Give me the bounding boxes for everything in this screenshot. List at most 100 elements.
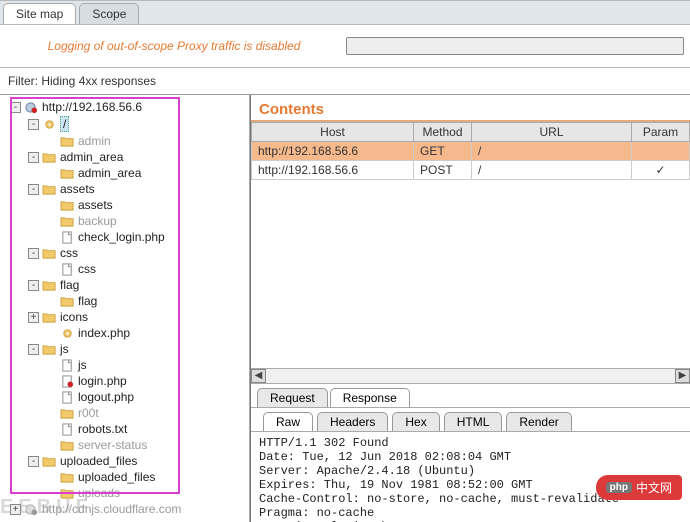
tree-node-label: server-status [78, 438, 147, 452]
collapse-icon[interactable]: - [28, 184, 39, 195]
tree-node[interactable]: -js [2, 341, 247, 357]
tree-node[interactable]: flag [2, 293, 247, 309]
file-red-icon [60, 375, 75, 388]
col-method[interactable]: Method [414, 123, 472, 142]
folder-icon [42, 311, 57, 324]
collapse-icon[interactable]: - [28, 344, 39, 355]
cell-url: / [472, 161, 632, 180]
tree-node[interactable]: uploads [2, 485, 247, 501]
file-icon [60, 263, 75, 276]
tree-node[interactable]: - http://192.168.56.6 [2, 99, 247, 115]
cell-method: GET [414, 142, 472, 161]
cell-host: http://192.168.56.6 [252, 142, 414, 161]
horizontal-scrollbar[interactable]: ◀ ▶ [251, 368, 690, 384]
tree-node-label: r00t [78, 406, 99, 420]
tree-node[interactable]: index.php [2, 325, 247, 341]
tab-request[interactable]: Request [257, 388, 328, 407]
file-icon [60, 231, 75, 244]
tree-node[interactable]: backup [2, 213, 247, 229]
tab-sitemap[interactable]: Site map [3, 3, 76, 24]
php-badge-cn: 中文网 [636, 479, 672, 496]
sitemap-tree-panel: EEBUF -http://192.168.56.6-/admin-admin_… [0, 95, 250, 522]
file-icon [60, 359, 75, 372]
folder-icon [42, 151, 57, 164]
expand-icon[interactable]: + [28, 312, 39, 323]
scroll-right-icon[interactable]: ▶ [675, 369, 690, 383]
tree-node-label: / [60, 116, 69, 132]
tree-node[interactable]: uploaded_files [2, 469, 247, 485]
collapse-icon[interactable]: - [28, 248, 39, 259]
tree-node[interactable]: + icons [2, 309, 247, 325]
collapse-icon[interactable]: - [28, 456, 39, 467]
folder-icon [60, 167, 75, 180]
request-response-tabs: Request Response [251, 384, 690, 408]
tree-node[interactable]: -admin_area [2, 149, 247, 165]
tree-node[interactable]: -flag [2, 277, 247, 293]
collapse-icon[interactable]: - [28, 119, 39, 130]
tab-response[interactable]: Response [330, 388, 410, 407]
tree-node[interactable]: server-status [2, 437, 247, 453]
tree-node[interactable]: - css [2, 245, 247, 261]
collapse-icon[interactable]: - [28, 152, 39, 163]
tree-node[interactable]: admin [2, 133, 247, 149]
tree-node[interactable]: admin_area [2, 165, 247, 181]
banner: Logging of out-of-scope Proxy traffic is… [0, 25, 690, 68]
cell-url: / [472, 142, 632, 161]
subtab-hex[interactable]: Hex [392, 412, 439, 431]
tab-scope[interactable]: Scope [79, 3, 139, 24]
tree-node[interactable]: robots.txt [2, 421, 247, 437]
collapse-icon[interactable]: - [28, 280, 39, 291]
cell-method: POST [414, 161, 472, 180]
col-url[interactable]: URL [472, 123, 632, 142]
file-icon [60, 391, 75, 404]
subtab-render[interactable]: Render [506, 412, 571, 431]
collapse-icon[interactable]: - [10, 102, 21, 113]
tree-node-label: css [60, 246, 78, 260]
banner-button[interactable] [346, 37, 684, 55]
php-cn-badge: php 中文网 [596, 475, 682, 500]
cell-host: http://192.168.56.6 [252, 161, 414, 180]
folder-icon [60, 487, 75, 500]
tree-node[interactable]: check_login.php [2, 229, 247, 245]
scroll-left-icon[interactable]: ◀ [251, 369, 266, 383]
tree-node[interactable]: -uploaded_files [2, 453, 247, 469]
tree-node-label: logout.php [78, 390, 134, 404]
expand-icon[interactable]: + [10, 504, 21, 515]
response-subtabs: Raw Headers Hex HTML Render [251, 408, 690, 432]
tree-node-label: robots.txt [78, 422, 127, 436]
filter-row[interactable]: Filter: Hiding 4xx responses [0, 68, 690, 95]
table-row[interactable]: http://192.168.56.6GET/ [252, 142, 690, 161]
tree-node[interactable]: logout.php [2, 389, 247, 405]
tree-node[interactable]: css [2, 261, 247, 277]
tree-node[interactable]: - assets [2, 181, 247, 197]
tree-node[interactable]: js [2, 357, 247, 373]
tree-node[interactable]: login.php [2, 373, 247, 389]
tree-node-label: assets [60, 182, 95, 196]
folder-icon [60, 199, 75, 212]
tree-node-label: assets [78, 198, 113, 212]
tree-node[interactable]: + http://cdnjs.cloudflare.com [2, 501, 247, 517]
subtab-html[interactable]: HTML [444, 412, 503, 431]
tree-node-label: http://cdnjs.cloudflare.com [42, 502, 181, 516]
tree-node-label: icons [60, 310, 88, 324]
scroll-track[interactable] [266, 369, 675, 383]
folder-icon [60, 471, 75, 484]
tree-node[interactable]: assets [2, 197, 247, 213]
tree-node[interactable]: -/ [2, 115, 247, 133]
folder-icon [42, 247, 57, 260]
cell-params [632, 142, 690, 161]
tree-node[interactable]: r00t [2, 405, 247, 421]
php-badge-php: php [606, 482, 632, 493]
subtab-headers[interactable]: Headers [317, 412, 388, 431]
folder-icon [60, 215, 75, 228]
table-row[interactable]: http://192.168.56.6POST/✓ [252, 161, 690, 180]
col-params[interactable]: Param [632, 123, 690, 142]
tree-node-label: http://192.168.56.6 [42, 100, 142, 114]
folder-icon [42, 279, 57, 292]
subtab-raw[interactable]: Raw [263, 412, 313, 431]
col-host[interactable]: Host [252, 123, 414, 142]
globe-gray-icon [24, 503, 39, 516]
tree-node-label: uploaded_files [78, 470, 155, 484]
cell-params: ✓ [632, 161, 690, 180]
tree-node-label: check_login.php [78, 230, 165, 244]
